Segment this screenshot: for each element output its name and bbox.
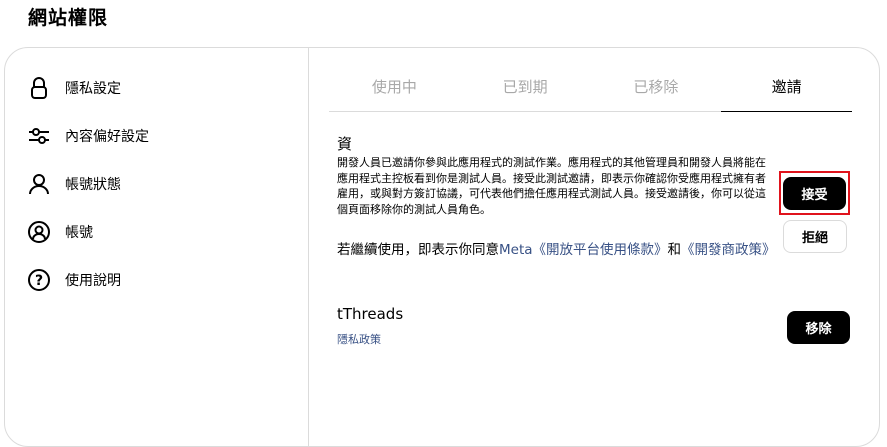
sidebar-item-account-status[interactable]: 帳號狀態	[27, 169, 121, 199]
terms-notice: 若繼續使用，即表示你同意Meta《開放平台使用條款》和《開發商政策》	[337, 240, 779, 261]
tab-removed[interactable]: 已移除	[591, 68, 722, 111]
sidebar-item-label: 隱私設定	[65, 81, 121, 97]
invitation-app-name: 資	[337, 135, 353, 153]
sidebar-item-label: 內容偏好設定	[65, 129, 149, 145]
permission-tabs: 使用中 已到期 已移除 邀請	[329, 68, 852, 112]
privacy-policy-link[interactable]: 隱私政策	[337, 331, 381, 347]
sliders-icon	[27, 124, 51, 148]
person-icon	[27, 172, 51, 196]
terms-prefix: 若繼續使用，即表示你同意	[337, 242, 499, 258]
sidebar-item-label: 使用說明	[65, 273, 121, 289]
sidebar-item-privacy[interactable]: 隱私設定	[27, 73, 121, 103]
sidebar-item-label: 帳號	[65, 225, 93, 241]
developer-policy-link[interactable]: 《開發商政策》	[681, 242, 776, 258]
page-title: 網站權限	[28, 7, 109, 29]
tab-invitations[interactable]: 邀請	[721, 68, 852, 112]
remove-button[interactable]: 移除	[787, 311, 850, 344]
sidebar-item-help[interactable]: ? 使用說明	[27, 265, 121, 295]
svg-text:?: ?	[35, 273, 43, 289]
invitation-description: 開發人員已邀請你參與此應用程式的測試作業。應用程式的其他管理員和開發人員將能在應…	[337, 156, 766, 216]
lock-icon	[27, 76, 51, 100]
tab-expired[interactable]: 已到期	[460, 68, 591, 111]
decline-button[interactable]: 拒絕	[783, 220, 847, 253]
sidebar-item-account[interactable]: 帳號	[27, 217, 93, 247]
sidebar: 隱私設定 內容偏好設定 帳號狀態 帳號 ? 使用說明	[5, 48, 309, 446]
platform-terms-link[interactable]: Meta《開放平台使用條款》	[499, 242, 668, 258]
help-icon: ?	[27, 268, 51, 292]
sidebar-item-label: 帳號狀態	[65, 177, 121, 193]
terms-and: 和	[667, 242, 682, 258]
app-name: tThreads	[337, 305, 404, 323]
sidebar-item-content-preferences[interactable]: 內容偏好設定	[27, 121, 149, 151]
accept-button[interactable]: 接受	[783, 177, 846, 210]
tab-active[interactable]: 使用中	[329, 68, 460, 111]
account-circle-icon	[27, 220, 51, 244]
